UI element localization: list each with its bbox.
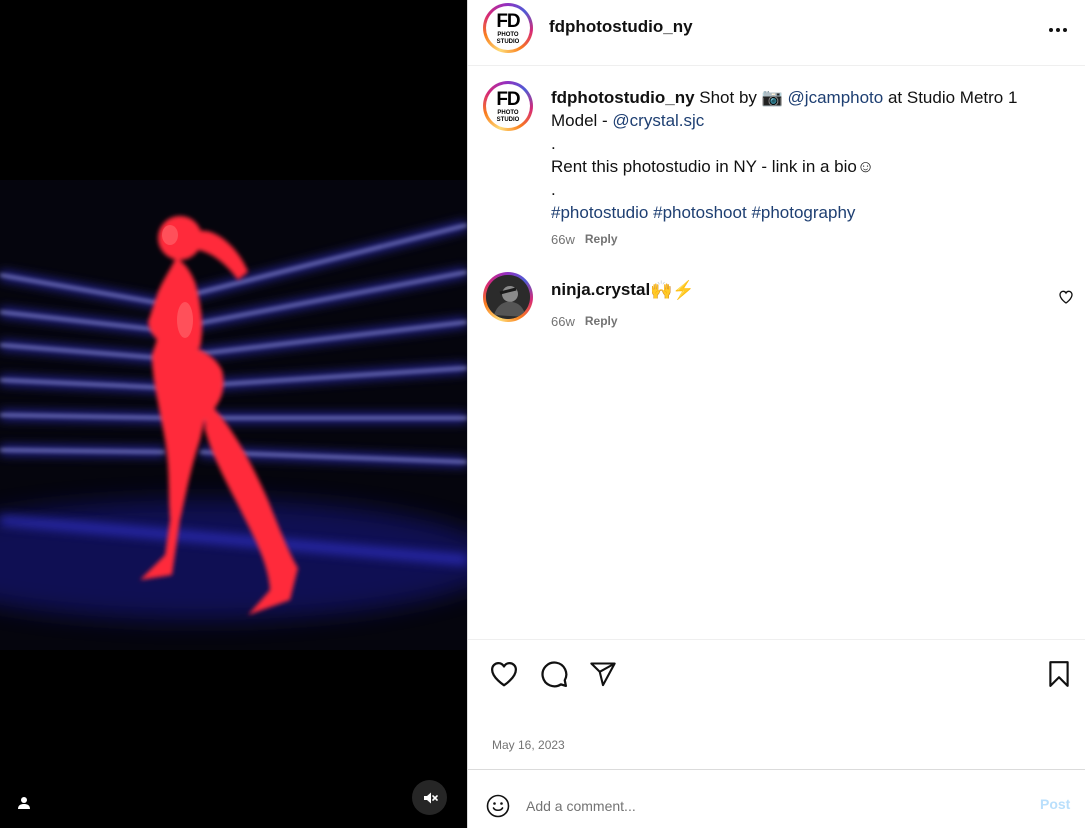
user-tag-icon[interactable]	[12, 791, 36, 815]
mention-photographer[interactable]: @jcamphoto	[788, 88, 884, 107]
comment-age: 66w	[551, 314, 575, 329]
comment-meta: 66w Reply	[551, 314, 618, 329]
caption-avatar[interactable]: FD PHOTO STUDIO	[483, 81, 533, 131]
comment-text: 🙌⚡	[650, 280, 695, 300]
post-dialog: FD PHOTO STUDIO fdphotostudio_ny FD PHOT…	[0, 0, 1085, 828]
comment-reply-button[interactable]: Reply	[585, 314, 618, 329]
mention-model[interactable]: @crystal.sjc	[612, 111, 704, 130]
caption-model-prefix: Model -	[551, 111, 613, 130]
post-date[interactable]: May 16, 2023	[492, 738, 565, 752]
caption-username[interactable]: fdphotostudio_ny	[551, 88, 695, 107]
commenter-avatar[interactable]	[483, 272, 533, 322]
caption-reply-button[interactable]: Reply	[585, 232, 618, 247]
post-header: FD PHOTO STUDIO fdphotostudio_ny	[468, 0, 1085, 66]
caption-shot-by: Shot by	[694, 88, 762, 107]
caption-meta: 66w Reply	[551, 232, 618, 247]
caption-rent-line: Rent this photostudio in NY - link in a …	[551, 157, 875, 176]
bookmark-icon[interactable]	[1043, 658, 1075, 690]
author-username[interactable]: fdphotostudio_ny	[549, 17, 693, 37]
commenter-photo	[486, 275, 530, 319]
send-icon[interactable]	[587, 658, 619, 690]
studio-logo: FD PHOTO STUDIO	[496, 88, 520, 123]
hashtag[interactable]: #photostudio	[551, 203, 648, 222]
post-side-panel: FD PHOTO STUDIO fdphotostudio_ny FD PHOT…	[467, 0, 1085, 828]
heart-icon[interactable]	[488, 658, 520, 690]
comment-heart-icon[interactable]	[1058, 289, 1074, 305]
camera-emoji: 📷	[761, 88, 783, 107]
muted-speaker-icon[interactable]	[412, 780, 447, 815]
post-comment-button[interactable]: Post	[1040, 796, 1070, 812]
action-bar: May 16, 2023	[468, 639, 1085, 769]
emoji-icon[interactable]	[486, 794, 510, 818]
caption-studio: at Studio Metro 1	[883, 88, 1018, 107]
caption-dot: .	[551, 180, 556, 199]
author-avatar[interactable]: FD PHOTO STUDIO	[483, 3, 533, 53]
caption-age: 66w	[551, 232, 575, 247]
comment-input[interactable]	[526, 795, 1006, 817]
more-horizontal-icon[interactable]	[1046, 18, 1070, 42]
hashtag[interactable]: #photography	[751, 203, 855, 222]
studio-logo: FD PHOTO STUDIO	[496, 10, 520, 45]
media-photo	[0, 0, 467, 828]
comments-list[interactable]: FD PHOTO STUDIO fdphotostudio_ny Shot by…	[468, 67, 1085, 639]
hashtag[interactable]: #photoshoot	[653, 203, 747, 222]
comment-composer: Post	[468, 769, 1085, 828]
post-caption: fdphotostudio_ny Shot by 📷 @jcamphoto at…	[551, 86, 1061, 224]
comment-username[interactable]: ninja.crystal	[551, 280, 650, 300]
caption-dot: .	[551, 134, 556, 153]
post-media[interactable]	[0, 0, 467, 828]
comment-icon[interactable]	[538, 658, 570, 690]
